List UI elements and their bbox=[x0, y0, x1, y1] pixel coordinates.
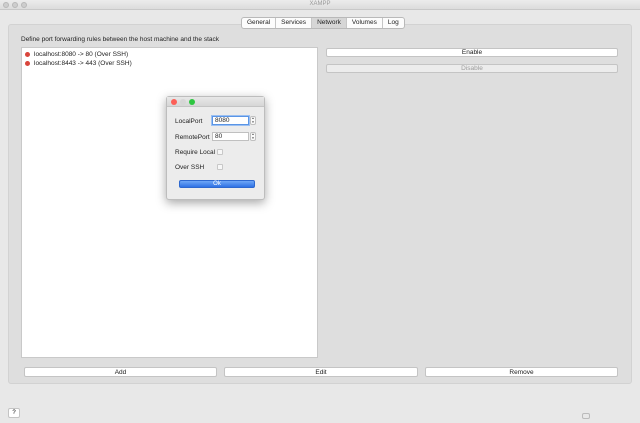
list-item[interactable]: localhost:8443 -> 443 (Over SSH) bbox=[22, 59, 317, 68]
dialog-window-controls bbox=[171, 99, 195, 105]
remote-port-label: RemotePort bbox=[175, 134, 210, 141]
help-button[interactable]: ? bbox=[8, 408, 20, 418]
status-dot-icon bbox=[25, 61, 30, 66]
status-dot-icon bbox=[25, 52, 30, 57]
rule-label: localhost:8443 -> 443 (Over SSH) bbox=[34, 60, 132, 67]
disable-button[interactable]: Disable bbox=[326, 64, 618, 73]
rules-list[interactable]: localhost:8080 -> 80 (Over SSH) localhos… bbox=[21, 47, 318, 358]
port-forward-dialog: LocalPort 8080 ▲ ▼ RemotePort 80 ▲ ▼ Requi… bbox=[166, 96, 265, 200]
edit-button[interactable]: Edit bbox=[224, 367, 418, 377]
dialog-zoom-button[interactable] bbox=[189, 99, 195, 105]
over-ssh-checkbox[interactable] bbox=[217, 164, 223, 170]
tab-general[interactable]: General bbox=[242, 18, 277, 28]
dialog-minimize-button bbox=[180, 99, 186, 105]
watermark-icon bbox=[582, 413, 590, 419]
tab-network[interactable]: Network bbox=[312, 18, 347, 28]
tab-volumes[interactable]: Volumes bbox=[347, 18, 383, 28]
remote-port-input[interactable]: 80 bbox=[212, 132, 249, 141]
tab-bar: General Services Network Volumes Log bbox=[241, 17, 405, 29]
local-port-stepper[interactable]: ▲ ▼ bbox=[250, 116, 256, 125]
over-ssh-label: Over SSH bbox=[175, 164, 205, 171]
require-local-checkbox[interactable] bbox=[217, 149, 223, 155]
enable-button[interactable]: Enable bbox=[326, 48, 618, 57]
require-local-label: Require Local bbox=[175, 149, 216, 156]
add-button[interactable]: Add bbox=[24, 367, 217, 377]
tab-log[interactable]: Log bbox=[383, 18, 404, 28]
panel-description: Define port forwarding rules between the… bbox=[21, 36, 220, 43]
dialog-close-button[interactable] bbox=[171, 99, 177, 105]
local-port-input[interactable]: 8080 bbox=[212, 116, 249, 125]
rule-label: localhost:8080 -> 80 (Over SSH) bbox=[34, 51, 129, 58]
window-titlebar: XAMPP bbox=[0, 0, 640, 10]
dialog-titlebar bbox=[167, 97, 264, 107]
ok-button[interactable]: Ok bbox=[179, 180, 255, 188]
remote-port-stepper[interactable]: ▲ ▼ bbox=[250, 132, 256, 141]
local-port-label: LocalPort bbox=[175, 118, 203, 125]
window-title: XAMPP bbox=[309, 1, 331, 7]
tab-services[interactable]: Services bbox=[276, 18, 313, 28]
remove-button[interactable]: Remove bbox=[425, 367, 618, 377]
list-item[interactable]: localhost:8080 -> 80 (Over SSH) bbox=[22, 50, 317, 59]
